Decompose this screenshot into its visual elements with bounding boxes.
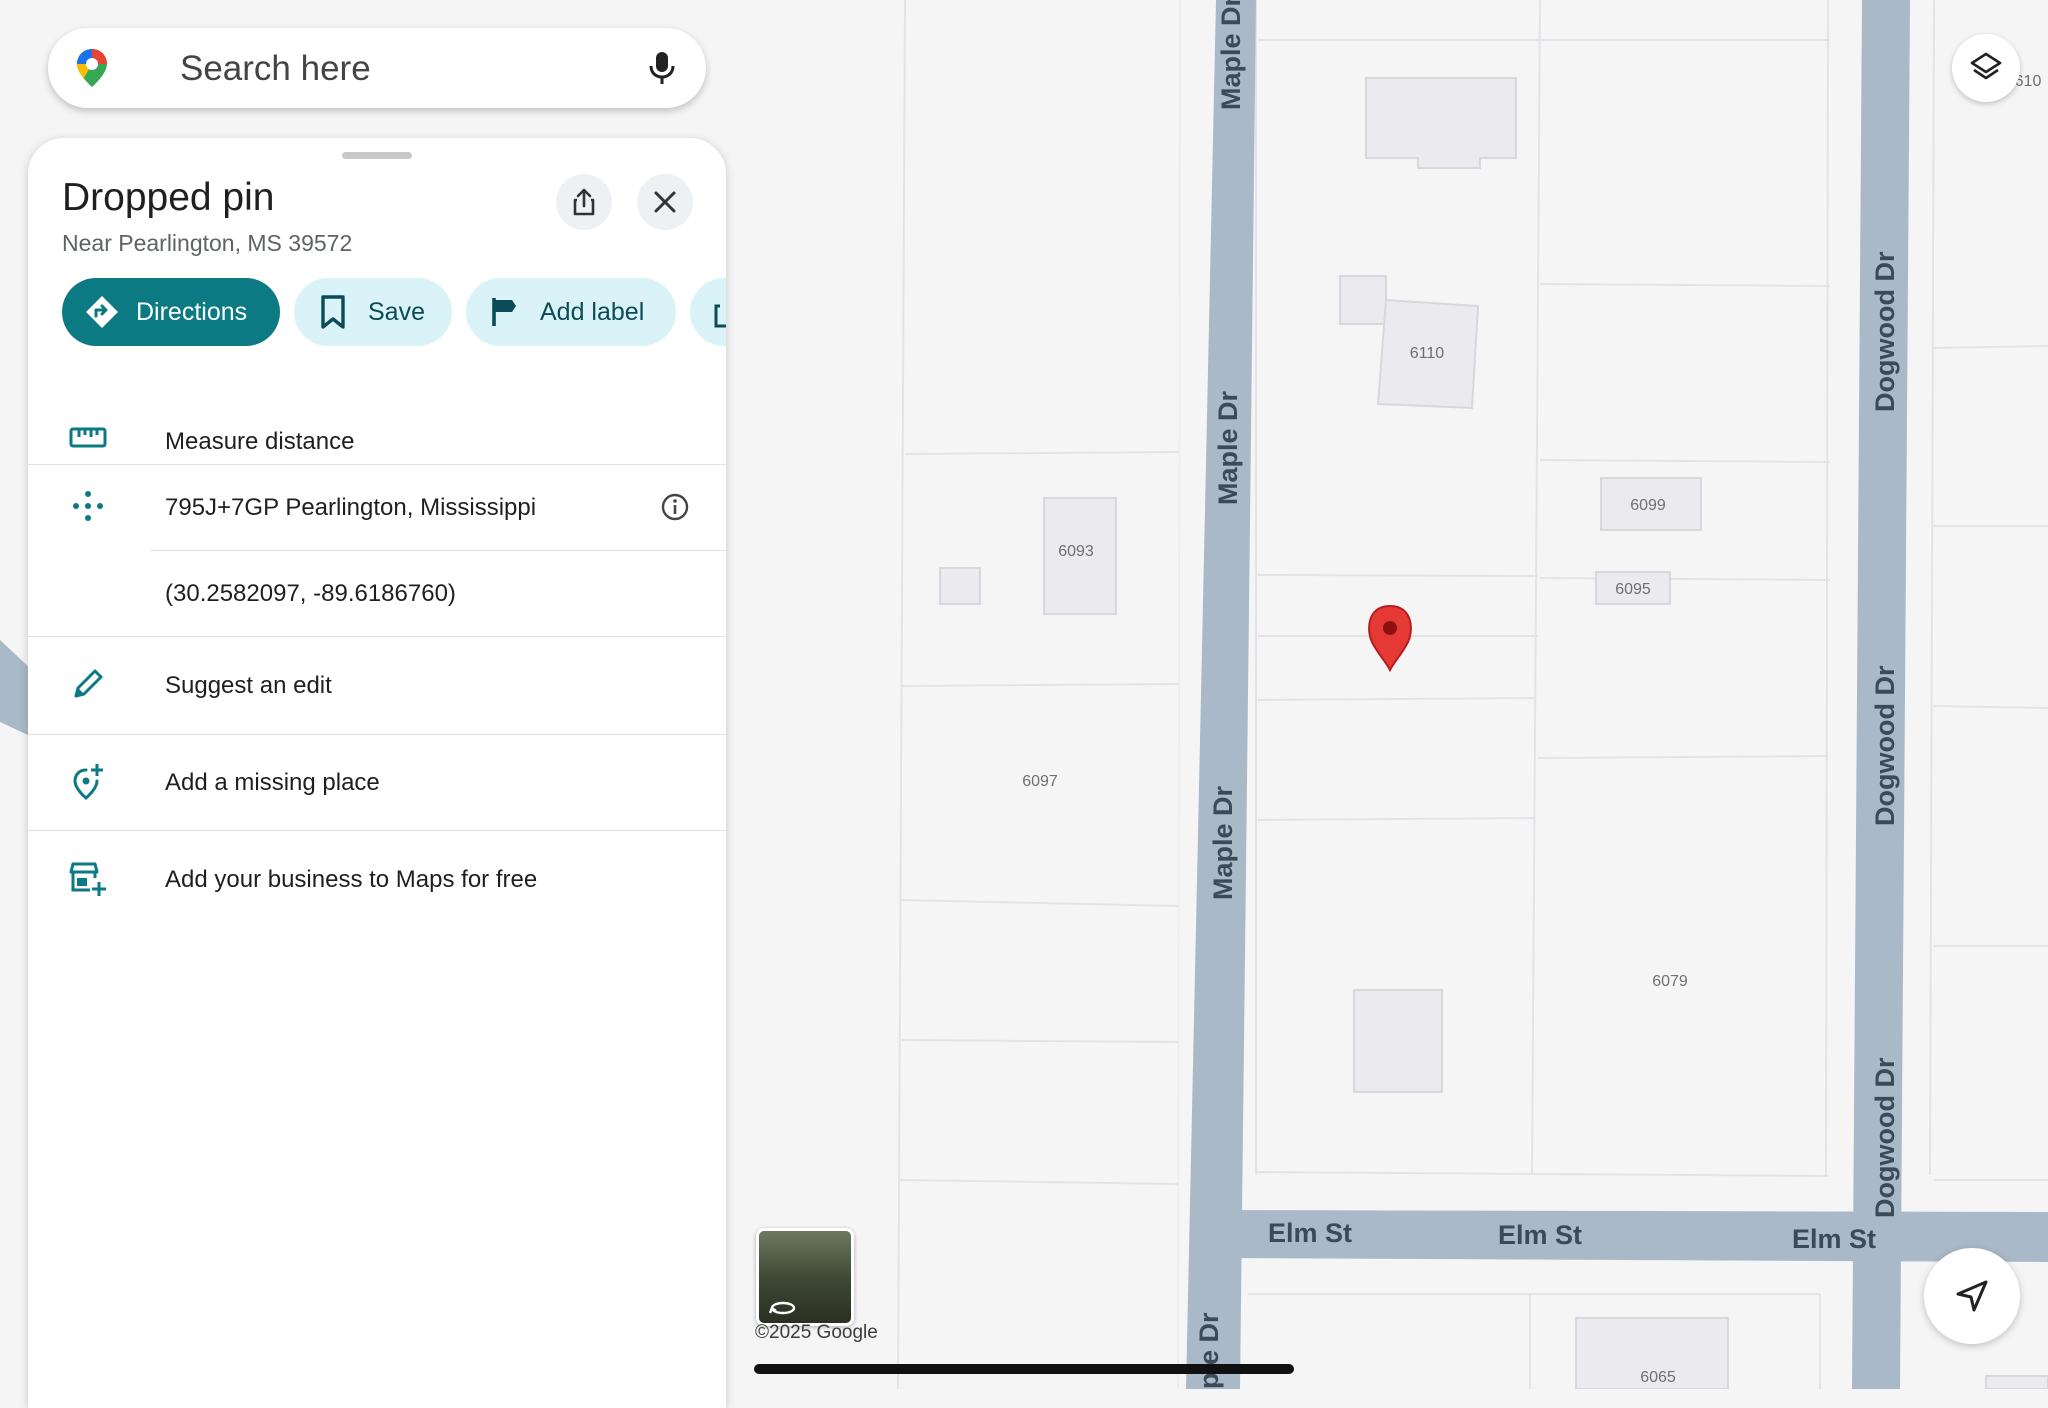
address-label: 6093 [1058, 543, 1094, 560]
add-location-icon [73, 764, 103, 800]
google-maps-logo-icon [77, 49, 107, 87]
flag-icon [492, 298, 516, 326]
share-icon [714, 304, 726, 328]
street-label-maple-dr: Maple Dr [1213, 390, 1243, 505]
drag-handle[interactable] [342, 152, 412, 159]
bookmark-icon [321, 295, 345, 329]
action-chips: Directions Save Add label [62, 278, 726, 348]
measure-distance-label: Measure distance [165, 428, 355, 455]
add-business-label: Add your business to Maps for free [165, 866, 538, 893]
plus-code-icon [73, 491, 103, 521]
directions-button[interactable]: Directions [62, 278, 280, 346]
copyright-text: ©2025 Google [755, 1322, 878, 1343]
street-label-elm-st: Elm St [1498, 1220, 1582, 1250]
more-actions-chip[interactable] [690, 278, 726, 346]
directions-label: Directions [136, 297, 248, 326]
map-layers-button[interactable] [1952, 34, 2020, 102]
add-business-icon [69, 862, 106, 896]
coordinates-row[interactable]: (30.2582097, -89.6186760) [28, 550, 726, 636]
close-button[interactable] [637, 174, 693, 230]
info-icon[interactable] [660, 492, 690, 522]
plus-code-label: 795J+7GP Pearlington, Mississippi [165, 494, 537, 521]
add-business-row[interactable]: Add your business to Maps for free [28, 830, 726, 928]
share-icon [573, 188, 595, 216]
place-details-panel: Dropped pin Near Pearlington, MS 39572 D… [28, 138, 726, 1408]
microphone-icon[interactable] [642, 48, 682, 88]
street-label-maple-dr: Maple Dr [1208, 785, 1238, 900]
street-label-elm-st: Elm St [1792, 1224, 1876, 1254]
add-label-button[interactable]: Add label [466, 278, 676, 346]
directions-icon [86, 296, 118, 328]
my-location-button[interactable] [1924, 1248, 2020, 1344]
suggest-edit-row[interactable]: Suggest an edit [28, 636, 726, 734]
save-label: Save [368, 297, 425, 326]
close-icon [654, 191, 676, 213]
ruler-icon [69, 427, 107, 448]
address-label: 6095 [1615, 581, 1651, 598]
plus-code-row[interactable]: 795J+7GP Pearlington, Mississippi [28, 464, 726, 550]
address-label: 6079 [1652, 973, 1688, 990]
street-label-dogwood-dr: Dogwood Dr [1870, 251, 1900, 412]
place-subtitle: Near Pearlington, MS 39572 [62, 230, 353, 256]
street-view-thumbnail[interactable] [756, 1228, 854, 1326]
coordinates-label: (30.2582097, -89.6186760) [165, 580, 456, 607]
suggest-edit-label: Suggest an edit [165, 672, 332, 699]
street-label-dogwood-dr: Dogwood Dr [1870, 1057, 1900, 1218]
save-button[interactable]: Save [294, 278, 452, 346]
place-title: Dropped pin [62, 176, 275, 219]
search-bar[interactable] [48, 28, 706, 108]
address-label: 6110 [1410, 345, 1445, 362]
navigation-arrow-icon [1956, 1280, 1988, 1312]
street-label-maple-dr: Maple Dr [1216, 0, 1246, 110]
street-view-rotate-icon [769, 1301, 796, 1315]
add-label-label: Add label [540, 297, 645, 326]
address-label: 6097 [1022, 773, 1058, 790]
pencil-icon [74, 669, 103, 698]
street-label-elm-st: Elm St [1268, 1218, 1352, 1248]
address-label: 6065 [1640, 1369, 1676, 1386]
street-label-dogwood-dr: Dogwood Dr [1870, 665, 1900, 826]
address-label: 6099 [1630, 497, 1666, 514]
home-indicator[interactable] [754, 1364, 1294, 1374]
add-missing-place-label: Add a missing place [165, 769, 380, 796]
search-input[interactable] [178, 46, 662, 92]
layers-icon [1970, 52, 2002, 80]
add-missing-place-row[interactable]: Add a missing place [28, 734, 726, 830]
share-button[interactable] [556, 174, 612, 230]
street-label-maple-dr: ple Dr [1194, 1312, 1224, 1389]
